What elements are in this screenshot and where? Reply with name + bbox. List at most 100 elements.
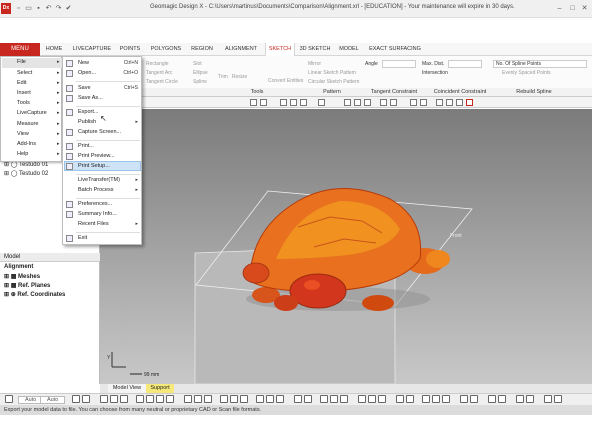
menu-item-help[interactable]: Help <box>17 151 28 157</box>
menu-item-tools[interactable]: Tools <box>17 100 30 106</box>
bottom-tool-icon-10[interactable] <box>184 395 192 403</box>
submenu-item-print-preview[interactable]: Print Preview... <box>78 153 115 159</box>
bottom-tool-icon-26[interactable] <box>378 395 386 403</box>
max-dist-field[interactable] <box>448 60 482 68</box>
bottom-tool-icon-9[interactable] <box>166 395 174 403</box>
bottom-tool-icon-16[interactable] <box>256 395 264 403</box>
tab-exact-surfacing[interactable]: EXACT SURFACING <box>366 43 424 56</box>
save-icon[interactable]: ▪ <box>34 4 43 13</box>
bottom-tool-icon-21[interactable] <box>320 395 328 403</box>
bottom-tool-icon-4[interactable] <box>110 395 118 403</box>
tab-model[interactable]: MODEL <box>336 43 362 56</box>
undo-icon[interactable]: ↶ <box>44 4 53 13</box>
bottom-tool-icon-25[interactable] <box>368 395 376 403</box>
bottom-tool-icon-3[interactable] <box>100 395 108 403</box>
toolbar-icon-14[interactable] <box>436 99 443 106</box>
bottom-tool-icon-1[interactable] <box>72 395 80 403</box>
submenu-item-open[interactable]: Open... <box>78 70 96 76</box>
toolbar-icon-10[interactable] <box>380 99 387 106</box>
turtle-model[interactable] <box>242 188 450 311</box>
bottom-tool-icon-27[interactable] <box>396 395 404 403</box>
menu-item-edit[interactable]: Edit <box>17 80 26 86</box>
bottom-tool-icon-12[interactable] <box>204 395 212 403</box>
toolbar-icon-9[interactable] <box>364 99 371 106</box>
bottom-tool-icon-38[interactable] <box>544 395 552 403</box>
bottom-tool-icon-29[interactable] <box>422 395 430 403</box>
bottom-tool-icon-15[interactable] <box>240 395 248 403</box>
toolbar-icon-8[interactable] <box>354 99 361 106</box>
submenu-item-exit[interactable]: Exit <box>78 235 87 241</box>
submenu-item-print-setup[interactable]: Print Setup... <box>78 163 110 169</box>
3d-viewport[interactable]: Front Y 99 mm <box>100 109 592 385</box>
open-folder-icon[interactable]: ▭ <box>24 4 33 13</box>
bottom-tool-icon-33[interactable] <box>470 395 478 403</box>
bottom-tool-icon-39[interactable] <box>554 395 562 403</box>
bottom-tool-icon-31[interactable] <box>442 395 450 403</box>
bottom-tool-icon-2[interactable] <box>82 395 90 403</box>
submenu-item-batch-process[interactable]: Batch Process <box>78 187 113 193</box>
submenu-item-print[interactable]: Print... <box>78 143 94 149</box>
bottom-tool-icon-8[interactable] <box>156 395 164 403</box>
submenu-item-capture-screen[interactable]: Capture Screen... <box>78 129 121 135</box>
tree-item-testudo-01[interactable]: ⊞ ◯ Testudo 01 <box>4 161 48 168</box>
toolbar-icon-12[interactable] <box>410 99 417 106</box>
menu-item-file[interactable]: File <box>17 59 26 65</box>
tab-region[interactable]: REGION <box>188 43 216 56</box>
tab-points[interactable]: POINTS <box>116 43 144 56</box>
tangent-arc-tool[interactable]: Tangent Arc <box>146 70 172 76</box>
bottom-tool-icon-6[interactable] <box>136 395 144 403</box>
bottom-tool-icon-24[interactable] <box>358 395 366 403</box>
menu-item-select[interactable]: Select <box>17 70 32 76</box>
slot-tool[interactable]: Slot <box>193 61 202 67</box>
tab-support[interactable]: Support <box>146 384 174 393</box>
selection-mode-icon[interactable] <box>5 395 13 403</box>
submenu-item-export[interactable]: Export... <box>78 109 98 115</box>
submenu-item-preferences[interactable]: Preferences... <box>78 201 112 207</box>
bottom-tool-icon-20[interactable] <box>304 395 312 403</box>
submenu-item-new[interactable]: New <box>78 60 89 66</box>
toolbar-icon-13[interactable] <box>420 99 427 106</box>
toolbar-icon-7[interactable] <box>344 99 351 106</box>
bottom-tool-icon-36[interactable] <box>516 395 524 403</box>
bottom-tool-icon-30[interactable] <box>432 395 440 403</box>
redo-icon[interactable]: ↷ <box>54 4 63 13</box>
angle-field[interactable] <box>382 60 416 68</box>
tab-model-view[interactable]: Model View <box>108 384 146 393</box>
bottom-tool-icon-11[interactable] <box>194 395 202 403</box>
spline-tool[interactable]: Spline <box>193 79 207 85</box>
bottom-tool-icon-14[interactable] <box>230 395 238 403</box>
toolbar-icon-4[interactable] <box>290 99 297 106</box>
submenu-item-recent-files[interactable]: Recent Files <box>78 221 109 227</box>
toolbar-icon-16[interactable] <box>456 99 463 106</box>
resize-tool[interactable]: Resize <box>232 74 247 80</box>
evenly-spaced-option[interactable]: Evenly Spaced Points <box>502 70 551 76</box>
bottom-tool-icon-5[interactable] <box>120 395 128 403</box>
rectangle-tool[interactable]: Rectangle <box>146 61 169 67</box>
auto-select-2[interactable]: Auto <box>40 396 66 404</box>
check-icon[interactable]: ✔ <box>64 4 73 13</box>
menu-button[interactable]: MENU <box>0 43 40 56</box>
trim-tool[interactable]: Trim <box>218 74 228 80</box>
menu-item-livecapture[interactable]: LiveCapture <box>17 110 47 116</box>
minimize-icon[interactable]: – <box>555 4 564 13</box>
ellipse-tool[interactable]: Ellipse <box>193 70 208 76</box>
tangent-circle-tool[interactable]: Tangent Circle <box>146 79 178 85</box>
toolbar-icon-11[interactable] <box>390 99 397 106</box>
submenu-item-publish[interactable]: Publish <box>78 119 96 125</box>
submenu-item-save-as[interactable]: Save As... <box>78 95 103 101</box>
maximize-icon[interactable]: □ <box>568 4 577 13</box>
bottom-tool-icon-18[interactable] <box>276 395 284 403</box>
tab-sketch[interactable]: SKETCH <box>265 43 295 56</box>
bottom-tool-icon-34[interactable] <box>488 395 496 403</box>
new-file-icon[interactable]: ▫ <box>14 4 23 13</box>
toolbar-icon-1[interactable] <box>250 99 257 106</box>
bottom-tool-icon-22[interactable] <box>330 395 338 403</box>
toolbar-icon-15[interactable] <box>446 99 453 106</box>
linear-pattern-tool[interactable]: Linear Sketch Pattern <box>308 70 356 76</box>
app-logo-icon[interactable]: Dx <box>1 3 11 14</box>
model-item-alignment[interactable]: Alignment <box>4 264 33 270</box>
menu-item-insert[interactable]: Insert <box>17 90 31 96</box>
bottom-tool-icon-13[interactable] <box>220 395 228 403</box>
bottom-tool-icon-35[interactable] <box>498 395 506 403</box>
circular-pattern-tool[interactable]: Circular Sketch Pattern <box>308 79 359 85</box>
